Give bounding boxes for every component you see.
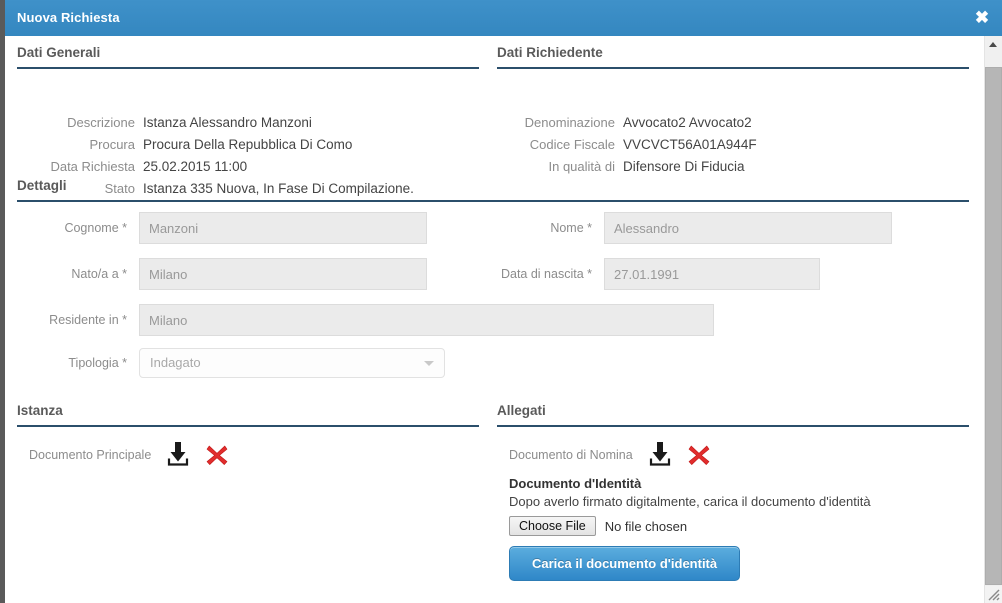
form-row-residente-in: Residente in * bbox=[17, 304, 714, 336]
file-input-row: Choose File No file chosen bbox=[509, 516, 949, 536]
label-documento-principale: Documento Principale bbox=[29, 447, 152, 462]
field-descrizione: Descrizione Istanza Alessandro Manzoni bbox=[17, 115, 312, 130]
chevron-down-icon bbox=[424, 361, 434, 366]
field-label: Codice Fiscale bbox=[529, 137, 615, 152]
tipologia-select[interactable]: Indagato bbox=[139, 348, 445, 378]
section-rule bbox=[497, 67, 969, 69]
resize-handle[interactable] bbox=[985, 586, 1002, 603]
label-nome: Nome * bbox=[550, 221, 592, 235]
section-title-dettagli: Dettagli bbox=[17, 178, 67, 193]
field-value: Difensore Di Fiducia bbox=[623, 159, 745, 174]
data-nascita-input[interactable] bbox=[604, 258, 820, 290]
field-value: Procura Della Repubblica Di Como bbox=[143, 137, 353, 152]
nato-a-input[interactable] bbox=[139, 258, 427, 290]
nome-input[interactable] bbox=[604, 212, 892, 244]
residente-in-input[interactable] bbox=[139, 304, 714, 336]
scrollbar-thumb[interactable] bbox=[985, 67, 1002, 585]
section-istanza: Istanza bbox=[17, 403, 479, 427]
upload-identity-document-button[interactable]: Carica il documento d'identità bbox=[509, 546, 741, 581]
documento-identita-block: Documento d'Identità Dopo averlo firmato… bbox=[509, 476, 949, 581]
section-dati-generali: Dati Generali bbox=[17, 45, 479, 69]
section-title-dati-generali: Dati Generali bbox=[17, 45, 101, 60]
section-rule bbox=[17, 67, 479, 69]
section-title-allegati: Allegati bbox=[497, 403, 546, 418]
documento-identita-instruction: Dopo averlo firmato digitalmente, carica… bbox=[509, 494, 871, 509]
delete-icon[interactable] bbox=[205, 443, 229, 467]
field-label: Descrizione bbox=[67, 115, 135, 130]
section-title-istanza: Istanza bbox=[17, 403, 63, 418]
field-label: In qualità di bbox=[548, 159, 616, 174]
field-label: Denominazione bbox=[524, 115, 615, 130]
field-denominazione: Denominazione Avvocato2 Avvocato2 bbox=[497, 115, 752, 130]
form-row-nome: Nome * bbox=[482, 212, 892, 244]
file-status-label: No file chosen bbox=[604, 518, 688, 534]
form-row-data-nascita: Data di nascita * bbox=[482, 258, 820, 290]
doc-row-documento-nomina: Documento di Nomina bbox=[509, 441, 711, 468]
scroll-up-arrow-icon[interactable] bbox=[985, 36, 1002, 53]
dialog-content: Dati Generali Descrizione Istanza Alessa… bbox=[5, 36, 990, 603]
section-allegati: Allegati bbox=[497, 403, 969, 427]
label-cognome: Cognome * bbox=[64, 221, 127, 235]
section-dettagli: Dettagli bbox=[17, 178, 969, 202]
label-residente-in: Residente in * bbox=[49, 313, 127, 327]
section-rule bbox=[17, 425, 479, 427]
nuova-richiesta-dialog: Nuova Richiesta ✖ Dati Generali Descrizi… bbox=[0, 0, 1002, 603]
choose-file-button[interactable]: Choose File bbox=[509, 516, 596, 536]
delete-icon[interactable] bbox=[687, 443, 711, 467]
close-icon[interactable]: ✖ bbox=[972, 8, 992, 28]
form-row-cognome: Cognome * bbox=[17, 212, 427, 244]
section-rule bbox=[17, 200, 969, 202]
label-documento-nomina: Documento di Nomina bbox=[509, 447, 633, 462]
dialog-titlebar: Nuova Richiesta ✖ bbox=[5, 0, 1002, 36]
field-data-richiesta: Data Richiesta 25.02.2015 11:00 bbox=[17, 159, 247, 174]
field-procura: Procura Procura Della Repubblica Di Como bbox=[17, 137, 352, 152]
cognome-input[interactable] bbox=[139, 212, 427, 244]
label-nato-a: Nato/a a * bbox=[71, 267, 127, 281]
field-label: Procura bbox=[89, 137, 135, 152]
doc-row-documento-principale: Documento Principale bbox=[29, 441, 229, 468]
form-row-nato-a: Nato/a a * bbox=[17, 258, 427, 290]
field-value: 25.02.2015 11:00 bbox=[143, 159, 248, 174]
field-value: Avvocato2 Avvocato2 bbox=[623, 115, 752, 130]
section-dati-richiedente: Dati Richiedente bbox=[497, 45, 969, 69]
section-title-dati-richiedente: Dati Richiedente bbox=[497, 45, 603, 60]
field-label: Data Richiesta bbox=[50, 159, 135, 174]
documento-identita-title: Documento d'Identità bbox=[509, 476, 642, 491]
label-data-nascita: Data di nascita * bbox=[500, 267, 592, 281]
vertical-scrollbar[interactable] bbox=[984, 36, 1002, 603]
label-tipologia: Tipologia * bbox=[68, 356, 127, 370]
form-row-tipologia: Tipologia * Indagato bbox=[17, 348, 445, 378]
download-icon[interactable] bbox=[647, 441, 673, 468]
download-icon[interactable] bbox=[165, 441, 191, 468]
tipologia-selected-value: Indagato bbox=[150, 355, 201, 370]
field-value: Istanza Alessandro Manzoni bbox=[143, 115, 312, 130]
section-rule bbox=[497, 425, 969, 427]
dialog-title: Nuova Richiesta bbox=[17, 10, 120, 25]
field-value: VVCVCT56A01A944F bbox=[623, 137, 757, 152]
field-in-qualita-di: In qualità di Difensore Di Fiducia bbox=[497, 159, 745, 174]
field-codice-fiscale: Codice Fiscale VVCVCT56A01A944F bbox=[497, 137, 757, 152]
